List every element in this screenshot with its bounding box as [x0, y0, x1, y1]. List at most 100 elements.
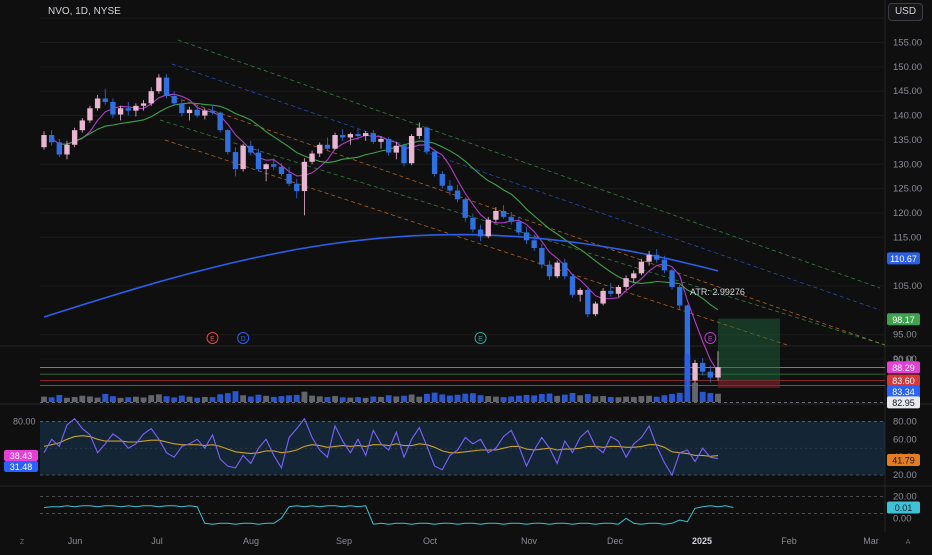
volume-bar	[515, 395, 522, 402]
candle-body	[577, 289, 583, 295]
volume-bar	[577, 395, 584, 402]
volume-bar	[439, 394, 446, 402]
x-tick-label: Mar	[863, 536, 879, 546]
volume-bar	[661, 395, 668, 402]
candle-body	[248, 145, 254, 153]
candle-body	[186, 109, 193, 114]
chart-stage[interactable]: EDEE 50 M25 M9.57 M 80.0060.0040.0020.00…	[0, 0, 932, 550]
candle-body	[225, 130, 231, 153]
candle-body	[286, 173, 292, 184]
x-tick-label: Jul	[151, 536, 163, 546]
candle-body	[416, 127, 422, 137]
candle-body	[102, 98, 108, 102]
candlestick-series	[41, 74, 721, 388]
chart-canvas[interactable]: EDEE 50 M25 M9.57 M 80.0060.0040.0020.00…	[0, 0, 932, 550]
candle-body	[309, 153, 315, 162]
volume-bar	[125, 397, 132, 402]
candle-body	[94, 98, 101, 109]
volume-bar	[408, 394, 415, 402]
candle-body	[531, 240, 537, 249]
candle-body	[179, 103, 185, 114]
candle-body	[485, 219, 491, 237]
volume-bar	[385, 395, 392, 402]
rsi-alt-badge-label: 31.48	[10, 462, 33, 472]
volume-bar	[561, 394, 568, 402]
osc-tick-label: 0.00	[893, 513, 912, 524]
volume-bar	[332, 396, 338, 402]
volume-bar	[569, 392, 576, 402]
trend-channels	[159, 39, 886, 347]
volume-bar	[48, 397, 55, 402]
volume-bar	[615, 397, 622, 402]
event-markers[interactable]: EDEE	[206, 332, 717, 344]
volume-bar	[186, 396, 193, 402]
osc-badge-label: 0.01	[895, 503, 913, 513]
candle-body	[140, 103, 147, 106]
price-tick-label: 145.00	[893, 86, 922, 97]
candle-body	[408, 136, 415, 164]
volume-bar	[653, 396, 660, 402]
candle-body	[615, 286, 622, 294]
candle-body	[401, 145, 407, 164]
volume-bar	[362, 397, 369, 402]
rsi-tick-label: 20.00	[893, 470, 917, 481]
symbol-title[interactable]: NVO, 1D, NYSE	[48, 6, 121, 17]
candle-body	[125, 108, 131, 111]
volume-bar	[194, 397, 201, 402]
volume-bar	[240, 395, 247, 402]
candle-body	[301, 161, 308, 192]
candle-body	[677, 286, 683, 306]
candle-body	[447, 185, 453, 191]
event-marker-label: E	[708, 336, 713, 343]
osc-line	[43, 505, 734, 525]
volume-bar	[263, 395, 270, 402]
candle-body	[110, 101, 116, 115]
candle-body	[508, 216, 514, 222]
currency-button[interactable]: USD	[888, 3, 923, 21]
candle-body	[194, 109, 200, 116]
price-badge-label: 83.60	[892, 376, 915, 386]
volume-bar	[286, 395, 293, 402]
candle-body	[646, 254, 652, 262]
volume-bar	[462, 393, 469, 402]
volume-bar	[278, 396, 285, 402]
candle-body	[271, 164, 277, 167]
ma-medium-line	[59, 102, 719, 311]
x-tick-label: Dec	[607, 536, 624, 546]
candle-body	[263, 164, 269, 170]
position-box[interactable]	[718, 318, 780, 388]
volume-bar	[477, 395, 484, 402]
volume-bar	[630, 396, 637, 402]
candle-body	[454, 190, 461, 200]
candle-body	[661, 259, 668, 271]
candle-body	[523, 232, 530, 241]
volume-bar	[600, 396, 607, 402]
rsi-tick-label: 60.00	[893, 434, 917, 445]
volume-bar	[102, 393, 109, 402]
candle-body	[240, 145, 246, 170]
volume-bar	[347, 397, 354, 402]
volume-bar	[232, 391, 239, 402]
candle-body	[539, 248, 545, 265]
volume-bar	[140, 397, 147, 402]
volume-bar	[309, 395, 315, 402]
channel-line	[171, 63, 881, 311]
volume-bar	[676, 392, 683, 402]
candle-body	[700, 362, 706, 372]
volume-bar	[485, 396, 492, 402]
candle-body	[87, 108, 93, 121]
price-tick-label: 125.00	[893, 184, 922, 195]
volume-bar	[623, 396, 630, 402]
channel-line	[159, 119, 886, 346]
candle-body	[500, 211, 507, 217]
volume-bar	[209, 397, 216, 402]
volume-bar	[492, 396, 499, 402]
atr-label: ATR: 2.99276	[690, 287, 745, 297]
candle-body	[715, 367, 721, 378]
x-tick-label: 2025	[692, 536, 712, 546]
candle-body	[669, 270, 675, 287]
volume-bar	[178, 395, 185, 402]
candle-body	[638, 261, 645, 274]
price-tick-label: 105.00	[893, 281, 922, 292]
candle-body	[424, 127, 430, 152]
